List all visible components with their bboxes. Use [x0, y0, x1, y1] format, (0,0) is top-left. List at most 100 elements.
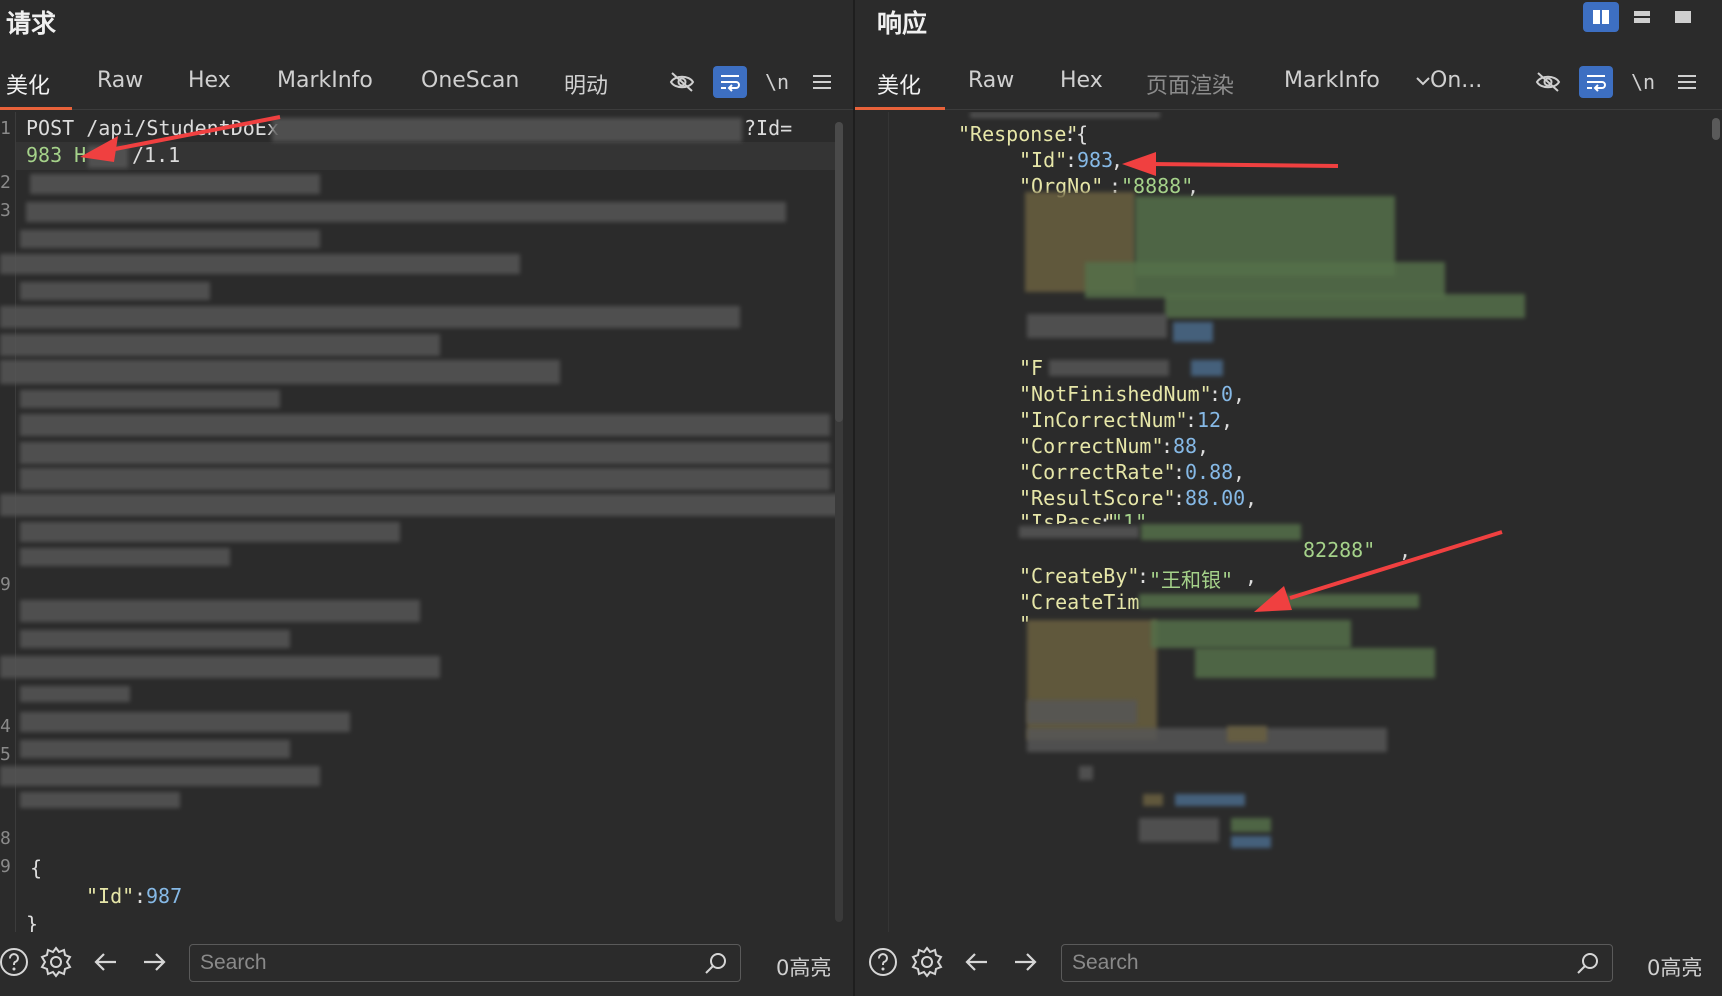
response-open-brace: :{	[1064, 122, 1089, 146]
tab-onescan-dropdown[interactable]: On...	[1416, 68, 1482, 93]
line-number: 1	[0, 118, 11, 139]
redacted-text	[1227, 726, 1267, 742]
line-number: 4	[0, 716, 11, 737]
redacted-text	[20, 522, 400, 542]
tab-raw[interactable]: Raw	[968, 68, 1014, 93]
response-search-box[interactable]	[1061, 944, 1613, 982]
body-id-key: "Id"	[86, 884, 135, 908]
help-icon[interactable]	[865, 944, 901, 980]
line-number: 9	[0, 856, 11, 877]
response-editor[interactable]: "Response" :{ "Id" : 983 , "OrgNo" : "88…	[855, 112, 1722, 932]
newline-toggle[interactable]: \n	[760, 66, 794, 98]
wrap-toggle-icon[interactable]	[1579, 66, 1613, 98]
search-icon[interactable]	[702, 949, 730, 977]
redacted-text	[0, 306, 740, 328]
layout-stacked-icon[interactable]	[1624, 2, 1660, 32]
redacted-text	[20, 630, 290, 648]
search-input[interactable]	[1072, 949, 1523, 977]
help-icon[interactable]	[0, 944, 32, 980]
response-key: "Response"	[958, 122, 1079, 146]
redacted-text	[0, 494, 840, 516]
hide-icon[interactable]	[1531, 66, 1565, 98]
redacted-text	[1139, 594, 1419, 608]
redacted-text	[20, 600, 420, 622]
redacted-text	[1027, 700, 1137, 724]
line-gutter	[855, 112, 889, 932]
redacted-text	[1231, 836, 1271, 848]
incorrect-key: "InCorrectNum"	[1019, 408, 1188, 432]
body-colon: :	[134, 884, 147, 908]
redacted-text	[1191, 360, 1223, 376]
correct-value: 88	[1173, 434, 1198, 458]
tab-pretty[interactable]: 美化	[877, 68, 921, 100]
body-open-brace: {	[30, 856, 43, 880]
line-number: 5	[0, 744, 11, 765]
redacted-text	[0, 334, 440, 356]
tab-mingdong[interactable]: 明动	[564, 68, 608, 100]
forward-arrow-icon[interactable]	[1007, 944, 1043, 980]
redacted-text	[20, 686, 130, 702]
score-key: "ResultScore"	[1019, 486, 1176, 510]
tab-raw[interactable]: Raw	[97, 68, 143, 93]
response-title: 响应	[877, 9, 928, 38]
back-arrow-icon[interactable]	[88, 944, 124, 980]
redacted-text	[1173, 322, 1213, 342]
scrollbar-thumb[interactable]	[835, 122, 843, 422]
tab-onescan-label: On...	[1430, 68, 1483, 93]
tab-pretty[interactable]: 美化	[6, 68, 50, 100]
search-icon[interactable]	[1574, 949, 1602, 977]
tab-onescan[interactable]: OneScan	[421, 68, 519, 93]
wrap-toggle-icon[interactable]	[713, 66, 747, 98]
redacted-text	[1195, 648, 1435, 678]
active-tab-indicator	[0, 107, 72, 110]
id-key: "Id"	[1019, 148, 1068, 172]
tab-markinfo[interactable]: MarkInfo	[277, 68, 373, 93]
tab-markinfo[interactable]: MarkInfo	[1284, 68, 1380, 93]
notfinished-value: 0	[1221, 382, 1234, 406]
body-close-brace: }	[26, 912, 39, 932]
redacted-text	[1027, 728, 1387, 752]
request-line-query: ?Id=	[744, 116, 793, 140]
redacted-text	[20, 792, 180, 808]
tab-hex[interactable]: Hex	[188, 68, 231, 93]
redacted-text	[1049, 360, 1169, 376]
id-value: 983	[1077, 148, 1114, 172]
line-number: 3	[0, 200, 11, 221]
ispass-line-clip: "IsPass" : "1"	[1015, 510, 1215, 524]
forward-arrow-icon[interactable]	[136, 944, 172, 980]
menu-icon[interactable]	[805, 66, 839, 98]
newline-toggle[interactable]: \n	[1626, 66, 1660, 98]
search-input[interactable]	[200, 949, 651, 977]
menu-icon[interactable]	[1670, 66, 1704, 98]
back-arrow-icon[interactable]	[959, 944, 995, 980]
request-search-box[interactable]	[189, 944, 741, 982]
chevron-down-icon	[1416, 77, 1430, 86]
redacted-text	[1085, 262, 1445, 298]
redacted-text	[0, 254, 520, 274]
tab-hex[interactable]: Hex	[1060, 68, 1103, 93]
redacted-text	[20, 442, 830, 464]
redacted-text	[1079, 766, 1093, 780]
redacted-text	[20, 740, 290, 758]
hide-icon[interactable]	[665, 66, 699, 98]
rate-key: "CorrectRate"	[1019, 460, 1176, 484]
createby-value: "王和银"	[1149, 568, 1234, 592]
redacted-text	[1019, 526, 1139, 538]
redacted-text	[20, 712, 350, 732]
redacted-text	[0, 656, 440, 678]
redacted-text	[88, 146, 128, 168]
tab-page-render[interactable]: 页面渲染	[1146, 68, 1234, 100]
request-line-http-version: /1.1	[132, 143, 181, 167]
ispass-value: "1"	[1111, 510, 1148, 524]
response-footer: 0高亮	[855, 932, 1722, 996]
settings-gear-icon[interactable]	[38, 944, 74, 980]
scrollbar-thumb[interactable]	[1712, 118, 1720, 140]
score-value: 88.00	[1185, 486, 1246, 510]
request-line-id-value: 983 H	[26, 143, 87, 167]
layout-side-by-side-icon[interactable]	[1583, 2, 1619, 32]
request-editor[interactable]: 1 2 3 9 4 5 8 9 POST /api/StudentDoEx ?I…	[0, 112, 853, 932]
notfinished-key: "NotFinishedNum"	[1019, 382, 1212, 406]
layout-single-icon[interactable]	[1665, 2, 1701, 32]
settings-gear-icon[interactable]	[909, 944, 945, 980]
redacted-text	[20, 282, 210, 300]
